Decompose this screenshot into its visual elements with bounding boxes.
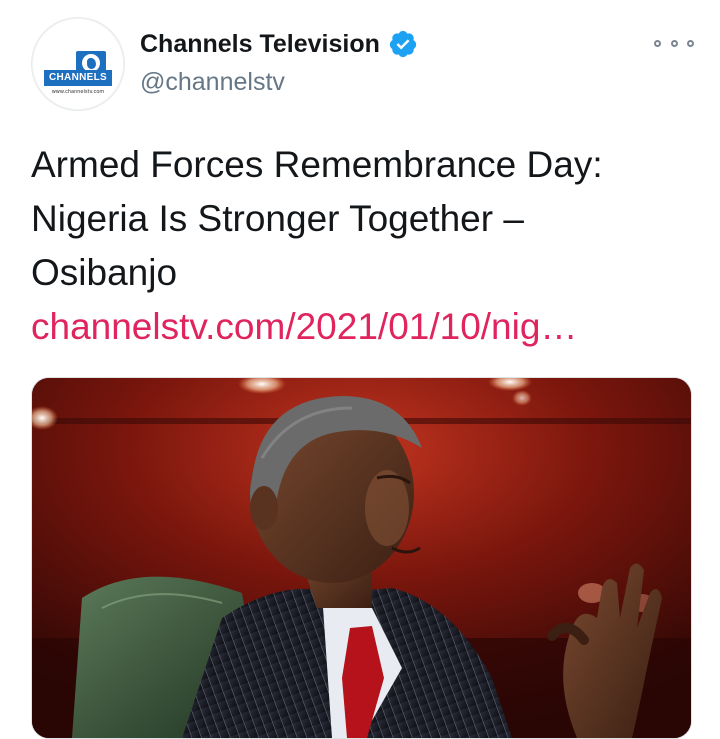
dot-icon — [670, 39, 678, 47]
avatar[interactable]: CHANNELS www.channelstv.com — [31, 17, 125, 111]
tweet-card[interactable]: CHANNELS www.channelstv.com Channels Tel… — [0, 0, 720, 739]
photo-illustration — [32, 378, 691, 738]
tweet-text: Armed Forces Remembrance Day: Nigeria Is… — [31, 138, 691, 354]
tweet-text-line: Armed Forces Remembrance Day: — [31, 144, 603, 185]
dot-icon — [687, 39, 694, 47]
verified-badge-icon — [388, 29, 418, 59]
author-display-name[interactable]: Channels Television — [140, 28, 380, 60]
more-dots-icon[interactable] — [654, 30, 694, 56]
tweet-text-line: Osibanjo — [31, 252, 178, 293]
dot-icon — [654, 39, 661, 47]
tweet-media-photo[interactable] — [31, 377, 692, 739]
avatar-logo-text: CHANNELS — [44, 70, 112, 86]
avatar-logo-url: www.channelstv.com — [51, 89, 105, 95]
tweet-link[interactable]: channelstv.com/2021/01/10/nig… — [31, 300, 691, 354]
tweet-text-line: Nigeria Is Stronger Together – — [31, 198, 524, 239]
author-handle[interactable]: @channelstv — [140, 66, 285, 98]
author-name-row[interactable]: Channels Television — [140, 28, 418, 60]
